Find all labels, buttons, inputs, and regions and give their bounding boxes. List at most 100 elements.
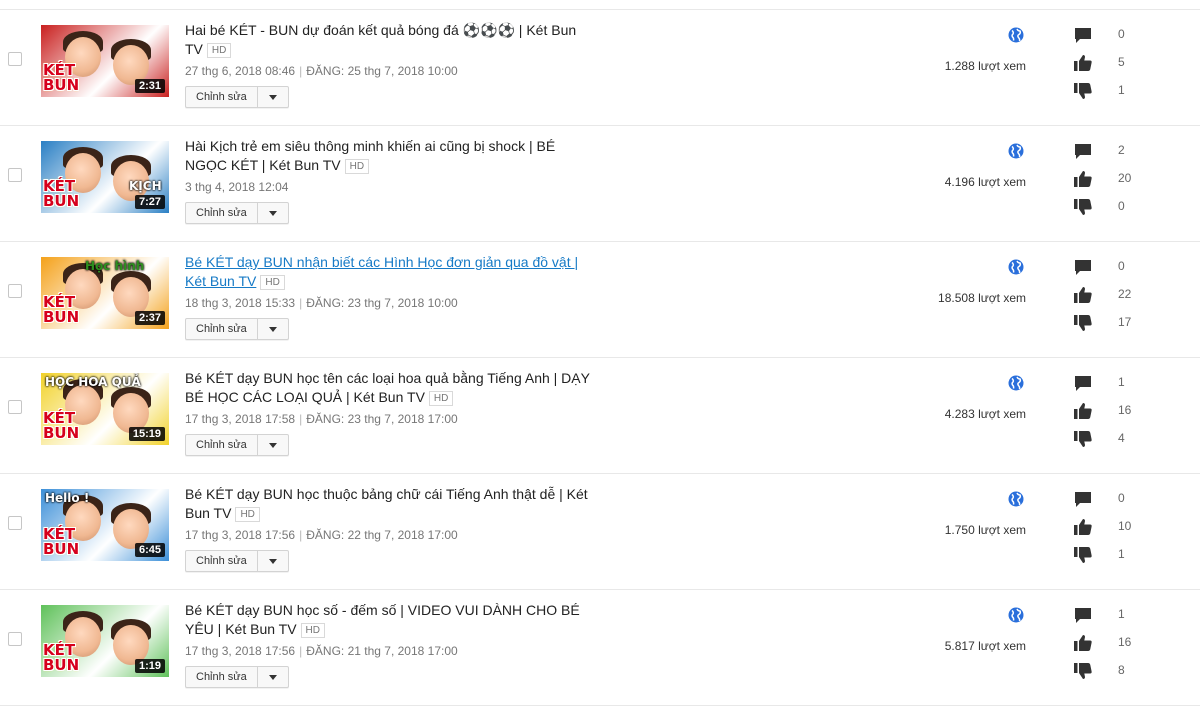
video-thumbnail[interactable]: KÉT BUN 2:31 — [41, 25, 169, 97]
edit-dropdown-button[interactable] — [258, 667, 288, 687]
video-date: 18 thg 3, 2018 15:33 — [185, 296, 296, 310]
video-row: HỌC HOA QUẢ KÉT BUN 15:19 Bé KÉT dạy BUN… — [0, 358, 1200, 474]
dislikes-stat[interactable]: 1 — [1073, 81, 1183, 109]
video-info: Hai bé KÉT - BUN dự đoán kết quả bóng đá… — [185, 21, 595, 108]
comments-stat[interactable]: 0 — [1073, 257, 1183, 285]
row-checkbox[interactable] — [8, 168, 22, 182]
likes-stat[interactable]: 20 — [1073, 169, 1183, 197]
video-list: KÉT BUN 2:31 Hai bé KÉT - BUN dự đoán kế… — [0, 10, 1200, 706]
hd-badge: HD — [344, 159, 370, 174]
caret-down-icon — [268, 211, 277, 216]
video-stats: 0 10 1 — [1073, 489, 1183, 573]
video-stats: 0 5 1 — [1073, 25, 1183, 109]
thumbnail-tag: KỊCH — [129, 179, 162, 193]
comment-icon — [1075, 144, 1091, 159]
row-checkbox[interactable] — [8, 632, 22, 646]
likes-stat[interactable]: 16 — [1073, 401, 1183, 429]
dislike-count: 1 — [1118, 83, 1125, 97]
video-title[interactable]: Bé KÉT dạy BUN học số - đếm số | VIDEO V… — [185, 602, 580, 637]
caret-down-icon — [268, 443, 277, 448]
edit-button[interactable]: Chỉnh sửa — [186, 87, 258, 107]
likes-stat[interactable]: 16 — [1073, 633, 1183, 661]
comments-stat[interactable]: 0 — [1073, 25, 1183, 53]
video-stats: 1 16 4 — [1073, 373, 1183, 457]
dislikes-stat[interactable]: 4 — [1073, 429, 1183, 457]
video-thumbnail[interactable]: HỌC HOA QUẢ KÉT BUN 15:19 — [41, 373, 169, 445]
globe-icon[interactable] — [1008, 259, 1024, 275]
video-info: Bé KÉT dạy BUN nhận biết các Hình Học đơ… — [185, 253, 595, 340]
globe-icon[interactable] — [1008, 27, 1024, 43]
video-thumbnail[interactable]: Học hình KÉT BUN 2:37 — [41, 257, 169, 329]
date-separator: | — [299, 644, 303, 658]
video-thumbnail[interactable]: Hello ! KÉT BUN 6:45 — [41, 489, 169, 561]
edit-button[interactable]: Chỉnh sửa — [186, 551, 258, 571]
video-info: Bé KÉT dạy BUN học số - đếm số | VIDEO V… — [185, 601, 595, 688]
video-title[interactable]: Hài Kịch trẻ em siêu thông minh khiến ai… — [185, 138, 555, 173]
dislikes-stat[interactable]: 17 — [1073, 313, 1183, 341]
caret-down-icon — [268, 95, 277, 100]
globe-icon[interactable] — [1008, 143, 1024, 159]
edit-dropdown-button[interactable] — [258, 319, 288, 339]
edit-dropdown-button[interactable] — [258, 435, 288, 455]
thumbnail-brand-bun: BUN — [43, 308, 80, 326]
like-count: 16 — [1118, 403, 1132, 417]
view-count: 18.508 lượt xem — [938, 291, 1026, 305]
thumbnail-brand-ket: KÉT — [43, 293, 76, 311]
comments-stat[interactable]: 0 — [1073, 489, 1183, 517]
edit-button[interactable]: Chỉnh sửa — [186, 435, 258, 455]
hd-badge: HD — [235, 507, 260, 522]
thumbnail-brand-ket: KÉT — [43, 177, 76, 195]
edit-dropdown-button[interactable] — [258, 551, 288, 571]
globe-icon[interactable] — [1008, 491, 1024, 507]
video-row: KÉT BUN 2:31 Hai bé KÉT - BUN dự đoán kế… — [0, 10, 1200, 126]
video-row: KỊCH KÉT BUN 7:27 Hài Kịch trẻ em siêu t… — [0, 126, 1200, 242]
video-thumbnail[interactable]: KÉT BUN 1:19 — [41, 605, 169, 677]
comments-stat[interactable]: 2 — [1073, 141, 1183, 169]
comments-stat[interactable]: 1 — [1073, 605, 1183, 633]
video-row: KÉT BUN 1:19 Bé KÉT dạy BUN học số - đếm… — [0, 590, 1200, 706]
video-title[interactable]: Bé KÉT dạy BUN nhận biết các Hình Học đơ… — [185, 254, 578, 289]
video-title[interactable]: Hai bé KÉT - BUN dự đoán kết quả bóng đá… — [185, 22, 576, 57]
row-checkbox[interactable] — [8, 52, 22, 66]
video-info: Bé KÉT dạy BUN học tên các loại hoa quả … — [185, 369, 595, 456]
edit-dropdown-button[interactable] — [258, 203, 288, 223]
date-separator: | — [299, 64, 303, 78]
thumbnail-brand-bun: BUN — [43, 540, 80, 558]
row-checkbox[interactable] — [8, 400, 22, 414]
dislike-count: 1 — [1118, 547, 1125, 561]
dislikes-stat[interactable]: 8 — [1073, 661, 1183, 689]
dislikes-stat[interactable]: 0 — [1073, 197, 1183, 225]
video-stats: 0 22 17 — [1073, 257, 1183, 341]
comment-count: 1 — [1118, 607, 1125, 621]
thumbs-up-icon — [1074, 55, 1092, 71]
row-checkbox[interactable] — [8, 284, 22, 298]
edit-button[interactable]: Chỉnh sửa — [186, 319, 258, 339]
edit-button[interactable]: Chỉnh sửa — [186, 203, 258, 223]
thumbs-down-icon — [1074, 199, 1092, 215]
globe-icon[interactable] — [1008, 375, 1024, 391]
comments-stat[interactable]: 1 — [1073, 373, 1183, 401]
likes-stat[interactable]: 10 — [1073, 517, 1183, 545]
caret-down-icon — [268, 675, 277, 680]
video-title[interactable]: Bé KÉT dạy BUN học tên các loại hoa quả … — [185, 370, 590, 405]
edit-button[interactable]: Chỉnh sửa — [186, 667, 258, 687]
video-date: 27 thg 6, 2018 08:46 — [185, 64, 296, 78]
video-published: ĐĂNG: 23 thg 7, 2018 17:00 — [306, 412, 458, 426]
likes-stat[interactable]: 5 — [1073, 53, 1183, 81]
thumbnail-brand-ket: KÉT — [43, 61, 76, 79]
row-checkbox[interactable] — [8, 516, 22, 530]
edit-button-group: Chỉnh sửa — [185, 434, 289, 456]
video-row: Học hình KÉT BUN 2:37 Bé KÉT dạy BUN nhậ… — [0, 242, 1200, 358]
thumbs-down-icon — [1074, 547, 1092, 563]
edit-dropdown-button[interactable] — [258, 87, 288, 107]
hd-badge: HD — [428, 391, 454, 406]
comment-icon — [1075, 492, 1091, 507]
thumbnail-tag: Hello ! — [45, 491, 90, 505]
video-thumbnail[interactable]: KỊCH KÉT BUN 7:27 — [41, 141, 169, 213]
likes-stat[interactable]: 22 — [1073, 285, 1183, 313]
thumbnail-brand-ket: KÉT — [43, 409, 76, 427]
dislikes-stat[interactable]: 1 — [1073, 545, 1183, 573]
globe-icon[interactable] — [1008, 607, 1024, 623]
video-published: ĐĂNG: 23 thg 7, 2018 10:00 — [306, 296, 458, 310]
video-dates: 27 thg 6, 2018 08:46 | ĐĂNG: 25 thg 7, 201… — [185, 63, 595, 79]
